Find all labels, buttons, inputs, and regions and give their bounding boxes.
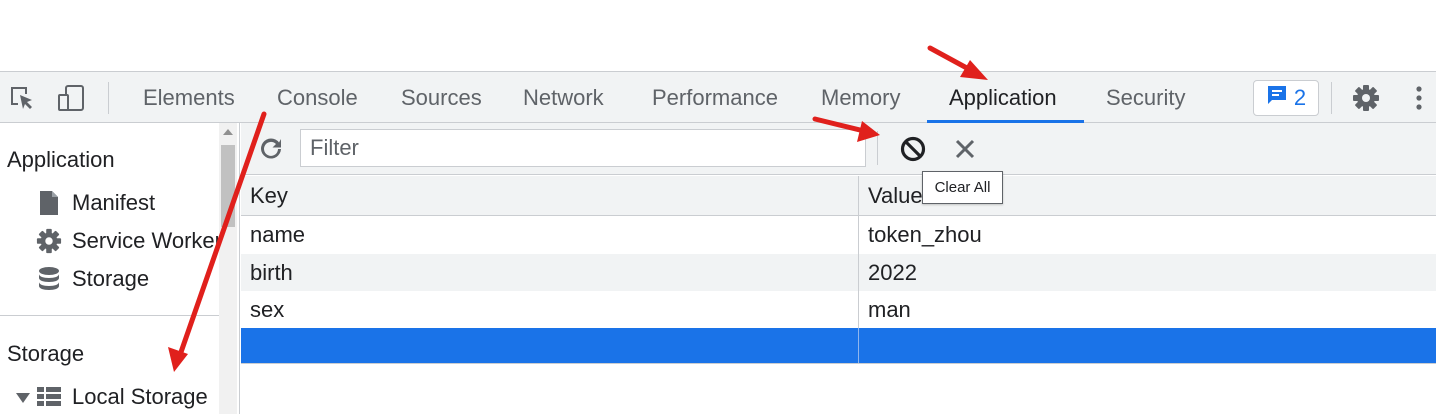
table-row[interactable]: name token_zhou [241,216,1436,254]
table-row[interactable]: birth 2022 [241,254,1436,291]
expand-triangle-icon[interactable] [16,393,30,403]
filterbar-separator [877,131,878,165]
column-header-key[interactable]: Key [241,176,859,215]
annotation-arrow-application [927,45,979,76]
sidebar-item-manifest[interactable]: Manifest [36,188,155,218]
issues-message-icon [1266,84,1288,112]
sidebar-item-label: Service Workers [72,228,233,253]
table-cell-value[interactable]: man [859,291,1436,328]
scrollbar-thumb[interactable] [221,145,235,227]
sidebar-item-storage[interactable]: Storage [36,264,149,294]
scroll-up-arrow-icon[interactable] [223,129,233,135]
gear-icon [36,228,62,254]
more-options-icon[interactable] [1405,84,1433,112]
tab-performance[interactable]: Performance [652,72,778,123]
clear-all-icon[interactable] [897,133,929,165]
tab-network[interactable]: Network [523,72,604,123]
sidebar-item-local-storage[interactable]: Local Storage [36,382,208,412]
sidebar-scrollbar[interactable] [219,123,237,414]
table-cell-value[interactable]: 2022 [859,254,1436,291]
table-row-selected[interactable] [241,328,1436,364]
sidebar-section-storage: Storage [7,341,85,366]
inspect-element-icon[interactable] [8,84,36,112]
filter-input[interactable] [300,129,866,167]
table-cell-key[interactable]: name [241,216,859,254]
toolbar-separator [1331,82,1332,114]
delete-selected-icon[interactable] [949,133,981,165]
sidebar-section-application: Application [7,147,115,172]
table-cell-key[interactable]: birth [241,254,859,291]
tab-application[interactable]: Application [949,72,1057,123]
tab-security[interactable]: Security [1106,72,1185,123]
document-icon [36,190,62,216]
issues-count: 2 [1293,85,1307,110]
sidebar-item-label: Storage [72,266,150,291]
sidebar-item-label: Local Storage [72,384,208,409]
table-cell-value[interactable] [859,328,1436,363]
storage-filter-bar [241,123,1436,175]
tab-elements[interactable]: Elements [143,72,235,123]
database-icon [36,266,62,292]
table-cell-key[interactable]: sex [241,291,859,328]
issues-button[interactable]: 2 [1253,80,1319,116]
local-storage-table: Key Value name token_zhou birth 2022 sex… [241,176,1436,364]
sidebar-item-label: Manifest [72,190,156,215]
settings-gear-icon[interactable] [1352,84,1380,112]
tab-sources[interactable]: Sources [401,72,482,123]
sidebar-divider [0,315,219,316]
table-cell-key[interactable] [241,328,859,363]
table-grid-icon [36,384,62,410]
toolbar-separator [108,82,109,114]
device-toggle-icon[interactable] [57,84,85,112]
table-cell-value[interactable]: token_zhou [859,216,1436,254]
table-row[interactable]: sex man [241,291,1436,328]
sidebar-item-service-workers[interactable]: Service Workers [36,226,233,256]
tab-memory[interactable]: Memory [821,72,900,123]
tab-console[interactable]: Console [277,72,358,123]
application-sidebar: Application Manifest Service Workers Sto… [0,123,240,414]
devtools-toolbar: Elements Console Sources Network Perform… [0,71,1436,123]
clear-all-tooltip: Clear All [922,171,1003,204]
refresh-icon[interactable] [257,135,285,163]
table-header-row: Key Value [241,176,1436,216]
